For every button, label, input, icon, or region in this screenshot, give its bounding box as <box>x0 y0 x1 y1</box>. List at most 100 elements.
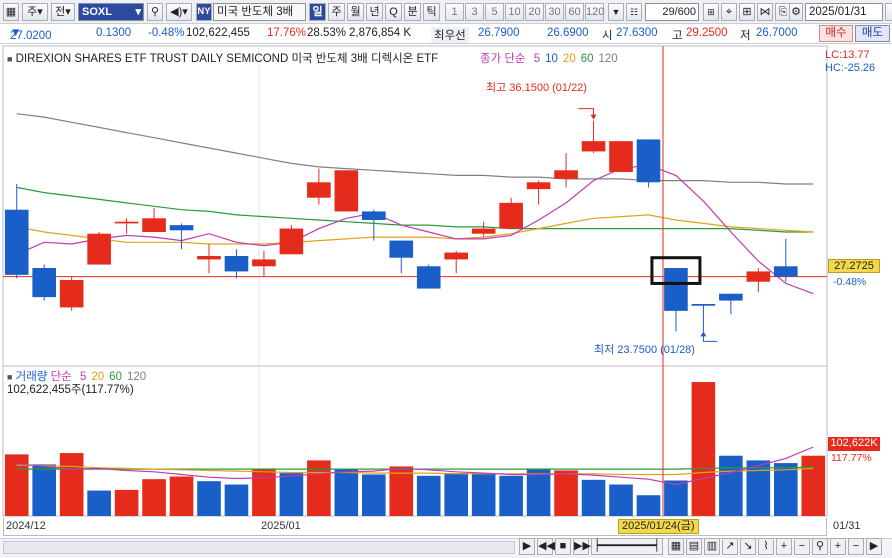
chart-tools-icon[interactable]: ⌇ <box>758 538 774 555</box>
interval-tab-60[interactable]: 60 <box>565 3 584 21</box>
candle-body <box>691 304 716 306</box>
bid-value: 26.7900 <box>478 27 520 39</box>
volume-bar <box>142 479 166 516</box>
volume-bar <box>279 473 304 516</box>
sell-button[interactable]: 매도 <box>855 25 890 42</box>
candle-body <box>4 209 29 275</box>
volume-bar <box>416 475 441 516</box>
ma-legend-20: 20 <box>562 53 576 65</box>
grid-icon[interactable]: ▦ <box>3 3 19 21</box>
ma-legend-120: 120 <box>598 53 618 65</box>
period-tab-1[interactable]: 주 <box>328 3 345 21</box>
buy-button[interactable]: 매수 <box>819 25 853 42</box>
volume-bar <box>746 460 771 516</box>
zoom-out-icon[interactable]: − <box>794 538 810 555</box>
remove-icon[interactable]: − <box>848 538 864 555</box>
prev-select[interactable]: 전▾ <box>51 3 75 21</box>
chart-area[interactable]: 37,000036,000035,000034,000033,000032,00… <box>0 44 892 538</box>
crosshair-date-label: 2025/01/24(금) <box>618 519 699 534</box>
symbol-text: SOXL <box>82 6 112 18</box>
candle-body <box>87 233 111 265</box>
volume-bar <box>334 469 359 516</box>
bar-chart-icon[interactable]: ▦ <box>668 538 684 555</box>
search-icon[interactable]: ⚲ <box>147 3 163 21</box>
bars-icon[interactable]: ⊞ <box>703 3 719 21</box>
period-tab-5[interactable]: 분 <box>404 3 421 21</box>
candle-body <box>252 259 276 267</box>
candle-body <box>746 271 771 282</box>
volume-ratio: 17.76% <box>267 27 307 39</box>
interval-tab-30[interactable]: 30 <box>545 3 564 21</box>
interval-tab-3[interactable]: 3 <box>465 3 484 21</box>
candle-body <box>32 268 57 298</box>
candle-body <box>334 170 359 212</box>
trend-up-icon[interactable]: ↗ <box>722 538 738 555</box>
market-select[interactable]: 주▾ <box>22 3 48 21</box>
volume-bar <box>719 455 743 516</box>
volume-bar <box>801 455 826 516</box>
candle-body <box>526 182 551 190</box>
zoom-in-icon[interactable]: + <box>776 538 792 555</box>
interval-tab-1[interactable]: 1 <box>445 3 464 21</box>
ask-value: 26.6900 <box>547 27 589 39</box>
list-icon[interactable]: ▥ <box>704 538 720 555</box>
toolbar: ▦ 주▾ 전▾ SOXL ▾ ⚲ ◀)▾ NY 미국 반도체 3배 일주월년Q분틱… <box>0 0 892 24</box>
volume-bar <box>59 453 84 516</box>
volume-bar <box>526 468 551 516</box>
exchange-badge: NY <box>196 3 212 21</box>
table-icon[interactable]: ▤ <box>686 538 702 555</box>
quote-bar: 27.0200 ▼ 0.1300 -0.48% 102,622,455 17.76… <box>0 24 892 44</box>
magnifier-icon[interactable]: ⚲ <box>812 538 828 555</box>
volume-bar <box>691 382 716 516</box>
crosshair-icon[interactable]: ⌖ <box>721 3 737 21</box>
chart-type-icon[interactable]: ⋈ <box>757 3 773 21</box>
candle-body <box>773 266 798 277</box>
stop-icon[interactable]: ■ <box>555 538 571 555</box>
symbol-input[interactable]: SOXL ▾ <box>78 3 144 21</box>
period-tab-4[interactable]: Q <box>385 3 402 21</box>
bid-label: 최우선 <box>431 27 469 43</box>
rewind-icon[interactable]: ◀◀ <box>537 538 555 555</box>
volume-bar <box>773 463 798 516</box>
add-icon[interactable]: + <box>830 538 846 555</box>
layout-icon[interactable]: ⊞ <box>739 3 755 21</box>
count-input[interactable]: 29/600 <box>645 3 699 21</box>
current-volume-pct: 117.77% <box>831 452 872 464</box>
volume-bar <box>32 464 57 516</box>
candle-body <box>444 252 469 260</box>
period-tab-0[interactable]: 일 <box>309 3 326 21</box>
instrument-name: ■ DIREXION SHARES ETF TRUST DAILY SEMICO… <box>7 50 438 66</box>
volume-bar <box>361 474 386 516</box>
chart-window: ▦ 주▾ 전▾ SOXL ▾ ⚲ ◀)▾ NY 미국 반도체 3배 일주월년Q분틱… <box>0 0 892 558</box>
volume-bar <box>499 475 523 516</box>
candle-body <box>499 202 523 229</box>
interval-tab-10[interactable]: 10 <box>505 3 524 21</box>
interval-tab-20[interactable]: 20 <box>525 3 544 21</box>
calendar-icon[interactable] <box>885 3 892 21</box>
interval-tab-120[interactable]: 120 <box>585 3 604 21</box>
count-value: 29 <box>662 6 675 18</box>
gear-icon[interactable]: ⚙ <box>789 3 803 21</box>
period-tab-3[interactable]: 년 <box>366 3 383 21</box>
instrument-name-text: DIREXION SHARES ETF TRUST DAILY SEMICOND… <box>15 53 439 65</box>
trend-down-icon[interactable]: ↘ <box>740 538 756 555</box>
volume-bar <box>114 489 139 516</box>
x-label-right: 01/31 <box>833 520 861 532</box>
pin-icon: ■ <box>7 54 13 64</box>
scroll-right-icon[interactable]: ▶ <box>866 538 882 555</box>
date-input[interactable]: 2025/01/31 <box>805 3 883 21</box>
open-label: 시 <box>602 30 613 42</box>
horizontal-scrollbar[interactable] <box>3 541 515 554</box>
sound-icon[interactable]: ◀)▾ <box>166 3 192 21</box>
period-tab-6[interactable]: 틱 <box>423 3 440 21</box>
forward-icon[interactable]: ▶▶ <box>573 538 591 555</box>
interval-tab-5[interactable]: 5 <box>485 3 504 21</box>
market-label: 주 <box>27 6 38 18</box>
zoom-slider[interactable]: ┝━━━━━━━━┥ <box>591 538 663 555</box>
period-tab-2[interactable]: 월 <box>347 3 364 21</box>
chevron-down-icon[interactable]: ▼ <box>608 3 624 21</box>
open-value: 27.6300 <box>616 27 658 39</box>
volume-bar <box>252 468 276 516</box>
scroll-left-icon[interactable]: ▶ <box>519 538 535 555</box>
interval-setting-icon[interactable]: ☷ <box>626 3 642 21</box>
